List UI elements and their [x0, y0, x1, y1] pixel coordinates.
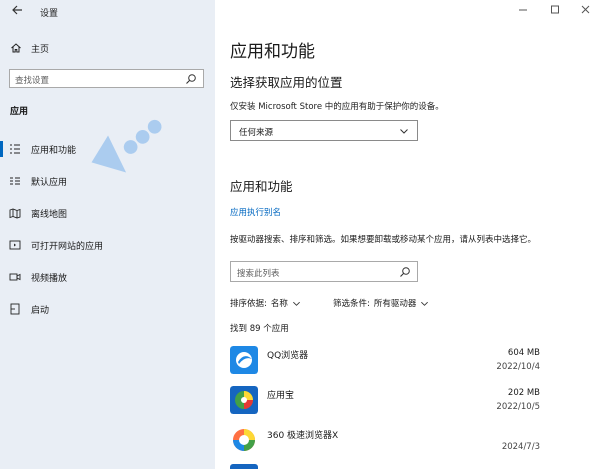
search-icon	[400, 267, 410, 277]
sort-label: 排序依据:	[230, 299, 267, 309]
app-execution-alias-link[interactable]: 应用执行别名	[230, 206, 281, 218]
apps-list-search-input[interactable]: 搜索此列表	[230, 261, 418, 282]
apps-search-hint: 按驱动器搜索、排序和筛选。如果想要卸载或移动某个应用，请从列表中选择它。	[230, 235, 537, 245]
sidebar-item-startup[interactable]: 启动	[0, 297, 215, 321]
window-title: 设置	[40, 9, 59, 19]
sidebar-item-label: 可打开网站的应用	[31, 242, 104, 252]
svg-text:●●●: ●●●	[117, 113, 167, 159]
sidebar-home-label: 主页	[31, 45, 50, 55]
app-date: 2022/10/5	[496, 402, 540, 412]
sidebar-item-video-playback[interactable]: 视频播放	[0, 265, 215, 289]
main-content: 应用和功能 选择获取应用的位置 仅安装 Microsoft Store 中的应用…	[215, 0, 600, 469]
sidebar-item-label: 应用和功能	[31, 146, 77, 156]
home-icon	[11, 43, 21, 53]
search-icon	[186, 74, 196, 84]
settings-search-input[interactable]: 查找设置	[9, 69, 204, 88]
filter-dropdown[interactable]: 筛选条件: 所有驱动器	[333, 297, 429, 309]
apps-features-heading: 应用和功能	[230, 179, 293, 194]
install-source-description: 仅安装 Microsoft Store 中的应用有助于保护你的设备。	[230, 102, 444, 112]
install-source-dropdown[interactable]: 任何来源	[230, 120, 418, 141]
app-date: 2024/7/3	[501, 442, 540, 452]
app-name: QQ浏览器	[267, 351, 309, 361]
chevron-down-icon	[421, 301, 429, 306]
filter-value: 所有驱动器	[373, 299, 417, 309]
app-list-item[interactable]: QQ浏览器 604 MB 2022/10/4	[230, 344, 540, 380]
back-arrow-icon[interactable]	[10, 3, 24, 17]
startup-icon	[10, 303, 20, 315]
install-source-value: 任何来源	[239, 128, 274, 138]
apps-features-icon	[10, 144, 20, 154]
sidebar-item-label: 默认应用	[31, 178, 68, 188]
active-indicator	[0, 141, 3, 157]
app-list-item[interactable]: 应用宝 202 MB 2022/10/5	[230, 384, 540, 420]
title-bar: 设置	[0, 0, 215, 22]
chevron-down-icon	[400, 129, 408, 134]
app-list-item[interactable]: 360 极速浏览器X 2024/7/3	[230, 424, 540, 460]
install-source-heading: 选择获取应用的位置	[230, 75, 343, 90]
sidebar-item-apps-for-websites[interactable]: 可打开网站的应用	[0, 233, 215, 257]
sort-value: 名称	[270, 299, 288, 309]
sidebar-item-offline-maps[interactable]: 离线地图	[0, 201, 215, 225]
sidebar: 设置 主页 查找设置 应用 应用和功能 默认应用 离线地图 可打开网站的应用 视…	[0, 0, 215, 469]
settings-search-placeholder: 查找设置	[15, 76, 50, 86]
app-size: 202 MB	[507, 388, 540, 398]
360-browser-icon	[230, 426, 258, 454]
filter-label: 筛选条件:	[333, 299, 370, 309]
sidebar-home[interactable]: 主页	[0, 38, 215, 58]
app-name: 应用宝	[267, 391, 295, 401]
sort-dropdown[interactable]: 排序依据: 名称	[230, 297, 301, 309]
sidebar-section-title: 应用	[10, 107, 29, 117]
watermark-logo-icon: ●●●	[91, 113, 167, 173]
minimize-icon[interactable]	[516, 4, 530, 16]
app-date: 2022/10/4	[496, 362, 540, 372]
apps-list-search-placeholder: 搜索此列表	[237, 269, 280, 279]
qq-browser-icon	[230, 346, 258, 374]
sidebar-item-label: 视频播放	[31, 274, 68, 284]
sidebar-item-label: 启动	[31, 306, 50, 316]
video-playback-icon	[9, 273, 21, 281]
apps-count: 找到 89 个应用	[230, 324, 289, 334]
close-icon[interactable]	[579, 4, 593, 16]
apps-for-websites-icon	[9, 240, 21, 250]
chevron-down-icon	[292, 301, 300, 306]
app-list-item[interactable]	[230, 462, 540, 469]
app-icon	[230, 464, 258, 469]
page-title: 应用和功能	[230, 42, 315, 62]
offline-maps-icon	[9, 208, 21, 219]
sidebar-item-label: 离线地图	[31, 210, 68, 220]
yingyongbao-icon	[230, 386, 258, 414]
app-size: 604 MB	[507, 348, 540, 358]
default-apps-icon	[10, 177, 20, 185]
app-name: 360 极速浏览器X	[267, 431, 339, 441]
maximize-icon[interactable]	[548, 4, 562, 16]
